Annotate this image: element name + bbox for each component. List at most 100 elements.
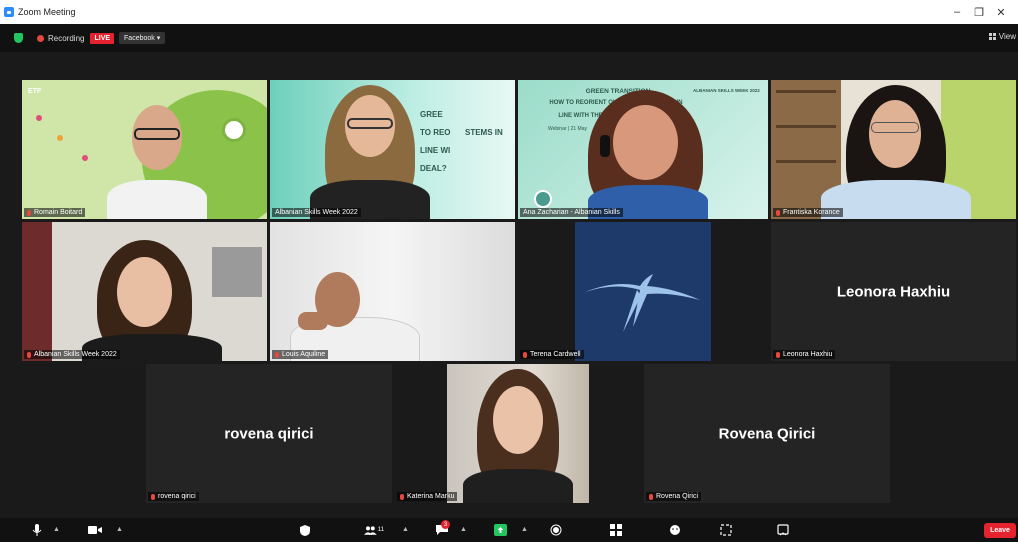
- participant-name: rovena qirici: [158, 493, 196, 500]
- chat-button[interactable]: 3: [433, 520, 451, 537]
- participant-head: [117, 257, 172, 327]
- video-tile-rovena-qirici-1[interactable]: rovena qirici rovena qirici: [146, 364, 392, 503]
- participant-hand: [298, 312, 328, 330]
- slide-text: STEMS IN: [465, 128, 503, 137]
- glasses-icon: [134, 128, 180, 140]
- heron-logo-icon: [585, 274, 700, 332]
- share-screen-icon: [493, 524, 507, 536]
- apps-grid-icon: [610, 524, 622, 536]
- close-button[interactable]: ✕: [990, 0, 1012, 24]
- slide-text: DEAL?: [420, 164, 447, 173]
- participant-body: [107, 180, 207, 219]
- name-tag: Rovena Qirici: [646, 492, 702, 501]
- video-tile-louis-aquiline[interactable]: Louis Aquiline: [270, 222, 515, 361]
- name-tag: Albanian Skills Week 2022: [272, 208, 361, 217]
- recording-label[interactable]: Recording: [48, 34, 84, 43]
- video-tile-frantiska-korance[interactable]: Frantiska Korance: [771, 80, 1016, 219]
- video-tile-albanian-skills-week-1[interactable]: GREE TO REO STEMS IN LINE WI DEAL? Alban…: [270, 80, 515, 219]
- notes-icon: [777, 524, 789, 536]
- name-tag: Katerina Marku: [397, 492, 458, 501]
- leave-button[interactable]: Leave: [984, 523, 1016, 538]
- meeting-toolbar: ▲ ▲ 11 ▲ 3 ▲ ▲ Leave: [0, 518, 1018, 542]
- participant-name: Albanian Skills Week 2022: [34, 351, 117, 358]
- participant-display-name: Leonora Haxhiu: [836, 283, 951, 300]
- name-tag: Leonora Haxhiu: [773, 350, 836, 359]
- participant-name: Leonora Haxhiu: [783, 351, 833, 358]
- participants-options-caret[interactable]: ▲: [402, 526, 409, 533]
- view-label: View: [998, 32, 1016, 41]
- participant-name: Romain Boitard: [34, 209, 83, 216]
- video-tile-romain-boitard[interactable]: ETF Romain Boitard: [22, 80, 267, 219]
- whiteboard-icon: [720, 524, 732, 536]
- door-frame: [22, 222, 52, 361]
- shelf: [776, 125, 836, 128]
- headset-icon: [600, 135, 610, 157]
- participant-display-name: rovena qirici: [224, 425, 314, 442]
- security-shield-icon[interactable]: [14, 33, 23, 43]
- muted-mic-icon: [523, 351, 527, 358]
- window-title: Zoom Meeting: [18, 7, 76, 17]
- muted-mic-icon: [649, 493, 653, 500]
- slide-dot: [57, 135, 63, 141]
- grid-view-icon: [988, 33, 996, 40]
- live-badge[interactable]: LIVE: [90, 32, 115, 44]
- video-tile-katerina-marku[interactable]: Katerina Marku: [395, 364, 641, 503]
- slide-event: ALBANIAN SKILLS WEEK 2022: [693, 88, 760, 93]
- minimize-button[interactable]: –: [946, 0, 968, 24]
- participants-icon: [364, 526, 377, 535]
- participant-body: [821, 180, 971, 219]
- slide-text: GREE: [420, 110, 443, 119]
- audio-options-caret[interactable]: ▲: [53, 526, 60, 533]
- muted-mic-icon: [275, 351, 279, 358]
- participants-button[interactable]: 11: [364, 523, 384, 537]
- slide-webinar: Webinar | 21 May: [548, 126, 588, 132]
- video-camera-icon: [88, 526, 102, 534]
- name-tag: Louis Aquiline: [272, 350, 329, 359]
- participant-name: Rovena Qirici: [656, 493, 699, 500]
- share-options-caret[interactable]: ▲: [521, 526, 528, 533]
- whiteboards-button[interactable]: [719, 523, 733, 537]
- slide-dot: [82, 155, 88, 161]
- shelf: [776, 160, 836, 163]
- record-button[interactable]: [549, 523, 563, 537]
- apps-button[interactable]: [609, 523, 623, 537]
- participant-head: [613, 105, 678, 180]
- video-tile-rovena-qirici-2[interactable]: Rovena Qirici Rovena Qirici: [644, 364, 890, 503]
- mute-button[interactable]: [30, 523, 44, 537]
- chat-options-caret[interactable]: ▲: [460, 526, 467, 533]
- glasses-icon: [871, 122, 919, 133]
- muted-mic-icon: [27, 351, 31, 358]
- slide-text: LINE WI: [420, 146, 451, 155]
- video-tile-ana-zacharian[interactable]: GREEN TRANSITION HOW TO REORIENT OUR SKI…: [518, 80, 768, 219]
- restore-button[interactable]: ❐: [968, 0, 990, 24]
- notes-button[interactable]: [776, 523, 790, 537]
- title-bar: Zoom Meeting – ❐ ✕: [0, 0, 1018, 24]
- share-screen-button[interactable]: [493, 523, 507, 537]
- chat-unread-badge: 3: [441, 520, 450, 529]
- participant-name: Ana Zacharian - Albanian Skills: [523, 209, 620, 216]
- recording-dot-icon: [37, 34, 44, 42]
- participant-name: Frantiska Korance: [783, 209, 840, 216]
- name-tag: rovena qirici: [148, 492, 199, 501]
- participant-display-name: Rovena Qirici: [718, 425, 816, 442]
- video-tile-leonora-haxhiu[interactable]: Leonora Haxhiu Leonora Haxhiu: [771, 222, 1016, 361]
- meeting-top-strip: Recording LIVE Facebook ▾ View: [0, 24, 1018, 52]
- muted-mic-icon: [776, 351, 780, 358]
- participant-name: Terena Cardwell: [530, 351, 581, 358]
- shield-icon: [300, 524, 310, 536]
- video-button[interactable]: [87, 523, 103, 537]
- stream-destination-dropdown[interactable]: Facebook ▾: [119, 32, 166, 44]
- profile-picture: [575, 222, 711, 361]
- security-button[interactable]: [298, 523, 312, 537]
- video-options-caret[interactable]: ▲: [116, 526, 123, 533]
- skills-week-logo-icon: [222, 118, 246, 142]
- participant-name: Katerina Marku: [407, 493, 455, 500]
- record-icon: [550, 524, 562, 536]
- participant-head: [869, 100, 921, 168]
- video-tile-albanian-skills-week-2[interactable]: Albanian Skills Week 2022: [22, 222, 267, 361]
- reactions-button[interactable]: [668, 523, 682, 537]
- participants-count: 11: [377, 527, 384, 533]
- video-tile-terena-cardwell[interactable]: Terena Cardwell: [518, 222, 768, 361]
- participant-name: Albanian Skills Week 2022: [275, 209, 358, 216]
- view-button[interactable]: View: [988, 32, 1016, 41]
